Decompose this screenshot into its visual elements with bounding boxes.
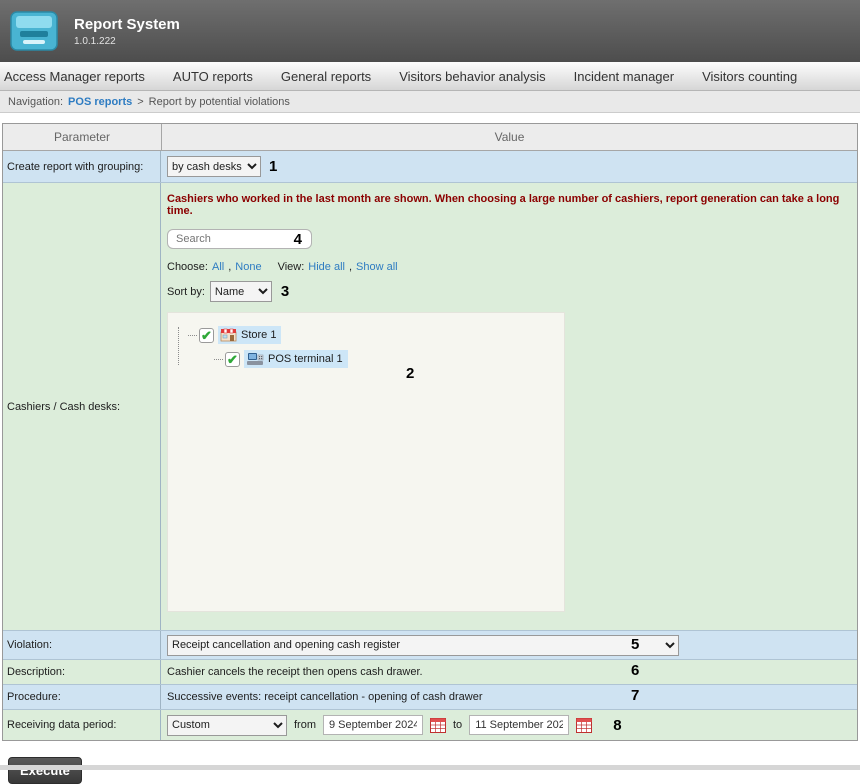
annotation-5: 5 [631, 636, 639, 653]
search-wrapper: 4 [167, 229, 312, 249]
procedure-label: Procedure: [3, 685, 161, 709]
breadcrumb-label: Navigation: [8, 96, 63, 108]
description-text: Cashier cancels the receipt then opens c… [167, 666, 423, 678]
annotation-7: 7 [631, 687, 639, 704]
grouping-select[interactable]: by cash desks [167, 156, 261, 177]
annotation-3: 3 [281, 283, 289, 300]
app-version: 1.0.1.222 [74, 36, 180, 47]
menu-visitors-counting[interactable]: Visitors counting [702, 69, 797, 84]
search-input[interactable] [167, 229, 312, 249]
period-from-label: from [294, 719, 316, 731]
footer-area: Execute [0, 741, 860, 784]
period-from-input[interactable] [323, 715, 423, 735]
cashiers-value-cell: Cashiers who worked in the last month ar… [161, 183, 857, 630]
view-show-all-link[interactable]: Show all [356, 261, 398, 273]
menu-incident-manager[interactable]: Incident manager [574, 69, 674, 84]
period-label: Receiving data period: [3, 710, 161, 740]
app-header: Report System 1.0.1.222 [0, 0, 860, 62]
header-value: Value [162, 130, 857, 144]
row-grouping: Create report with grouping: by cash des… [3, 151, 857, 183]
pos-terminal-checkbox[interactable]: ✔ [225, 352, 240, 367]
breadcrumb-link-pos-reports[interactable]: POS reports [68, 96, 132, 108]
tree-connector-line [178, 327, 179, 365]
header-parameter: Parameter [3, 130, 161, 144]
row-period: Receiving data period: Custom from to [3, 710, 857, 740]
row-cashiers: Cashiers / Cash desks: Cashiers who work… [3, 183, 857, 631]
menu-visitors-behavior-analysis[interactable]: Visitors behavior analysis [399, 69, 545, 84]
period-select[interactable]: Custom [167, 715, 287, 736]
procedure-value-cell: Successive events: receipt cancellation … [161, 685, 857, 709]
violation-select[interactable]: Receipt cancellation and opening cash re… [167, 635, 679, 656]
menu-general-reports[interactable]: General reports [281, 69, 371, 84]
sort-line: Sort by: Name 3 [167, 281, 851, 302]
app-logo-icon [10, 9, 58, 53]
sort-select[interactable]: Name [210, 281, 272, 302]
app-title-block: Report System 1.0.1.222 [74, 16, 180, 47]
comma: , [349, 261, 352, 273]
pos-terminal-icon [246, 352, 264, 366]
pos-terminal-label: POS terminal 1 [268, 353, 343, 365]
row-procedure: Procedure: Successive events: receipt ca… [3, 685, 857, 710]
choose-all-link[interactable]: All [212, 261, 224, 273]
annotation-8: 8 [613, 717, 621, 734]
violation-label: Violation: [3, 631, 161, 659]
calendar-to-icon[interactable] [576, 718, 592, 733]
choose-none-link[interactable]: None [235, 261, 261, 273]
breadcrumb-separator: > [137, 96, 143, 108]
tree-branch-line [214, 359, 223, 360]
row-violation: Violation: Receipt cancellation and open… [3, 631, 857, 660]
tree-item-store: ✔ Store 1 [188, 323, 564, 347]
period-to-label: to [453, 719, 462, 731]
menu-auto-reports[interactable]: AUTO reports [173, 69, 253, 84]
procedure-text: Successive events: receipt cancellation … [167, 691, 483, 703]
comma: , [228, 261, 231, 273]
grouping-label: Create report with grouping: [3, 151, 161, 182]
app-title: Report System [74, 16, 180, 33]
store-checkbox[interactable]: ✔ [199, 328, 214, 343]
description-label: Description: [3, 660, 161, 684]
tree-branch-line [188, 335, 197, 336]
view-label: View: [278, 261, 305, 273]
grouping-value-cell: by cash desks 1 [161, 151, 857, 182]
annotation-1: 1 [269, 158, 277, 175]
table-header-row: Parameter Value [3, 124, 857, 151]
description-value-cell: Cashier cancels the receipt then opens c… [161, 660, 857, 684]
breadcrumb-current: Report by potential violations [149, 96, 290, 108]
row-description: Description: Cashier cancels the receipt… [3, 660, 857, 685]
choose-view-line: Choose: All, None View: Hide all, Show a… [167, 261, 851, 273]
annotation-2: 2 [406, 365, 414, 382]
choose-label: Choose: [167, 261, 208, 273]
tree-item-pos-terminal: ✔ POS terminal 1 [214, 347, 564, 371]
execute-button[interactable]: Execute [8, 757, 82, 784]
menu-access-manager-reports[interactable]: Access Manager reports [4, 69, 145, 84]
cashiers-label: Cashiers / Cash desks: [3, 183, 161, 630]
bottom-strip [0, 765, 860, 770]
store-label: Store 1 [241, 329, 276, 341]
store-node[interactable]: Store 1 [218, 326, 281, 344]
breadcrumb: Navigation: POS reports > Report by pote… [0, 91, 860, 113]
cashdesk-tree: ✔ Store 1 [167, 312, 565, 612]
view-hide-all-link[interactable]: Hide all [308, 261, 345, 273]
annotation-6: 6 [631, 662, 639, 679]
sort-by-label: Sort by: [167, 286, 205, 298]
period-value-cell: Custom from to 8 [161, 710, 857, 740]
parameter-table: Parameter Value Create report with group… [2, 123, 858, 741]
pos-terminal-node[interactable]: POS terminal 1 [244, 350, 348, 368]
cashiers-warning-text: Cashiers who worked in the last month ar… [167, 193, 851, 217]
violation-value-cell: Receipt cancellation and opening cash re… [161, 631, 857, 659]
calendar-from-icon[interactable] [430, 718, 446, 733]
store-icon [220, 328, 237, 342]
annotation-4: 4 [294, 231, 302, 248]
main-menu: Access Manager reports AUTO reports Gene… [0, 62, 860, 91]
period-to-input[interactable] [469, 715, 569, 735]
